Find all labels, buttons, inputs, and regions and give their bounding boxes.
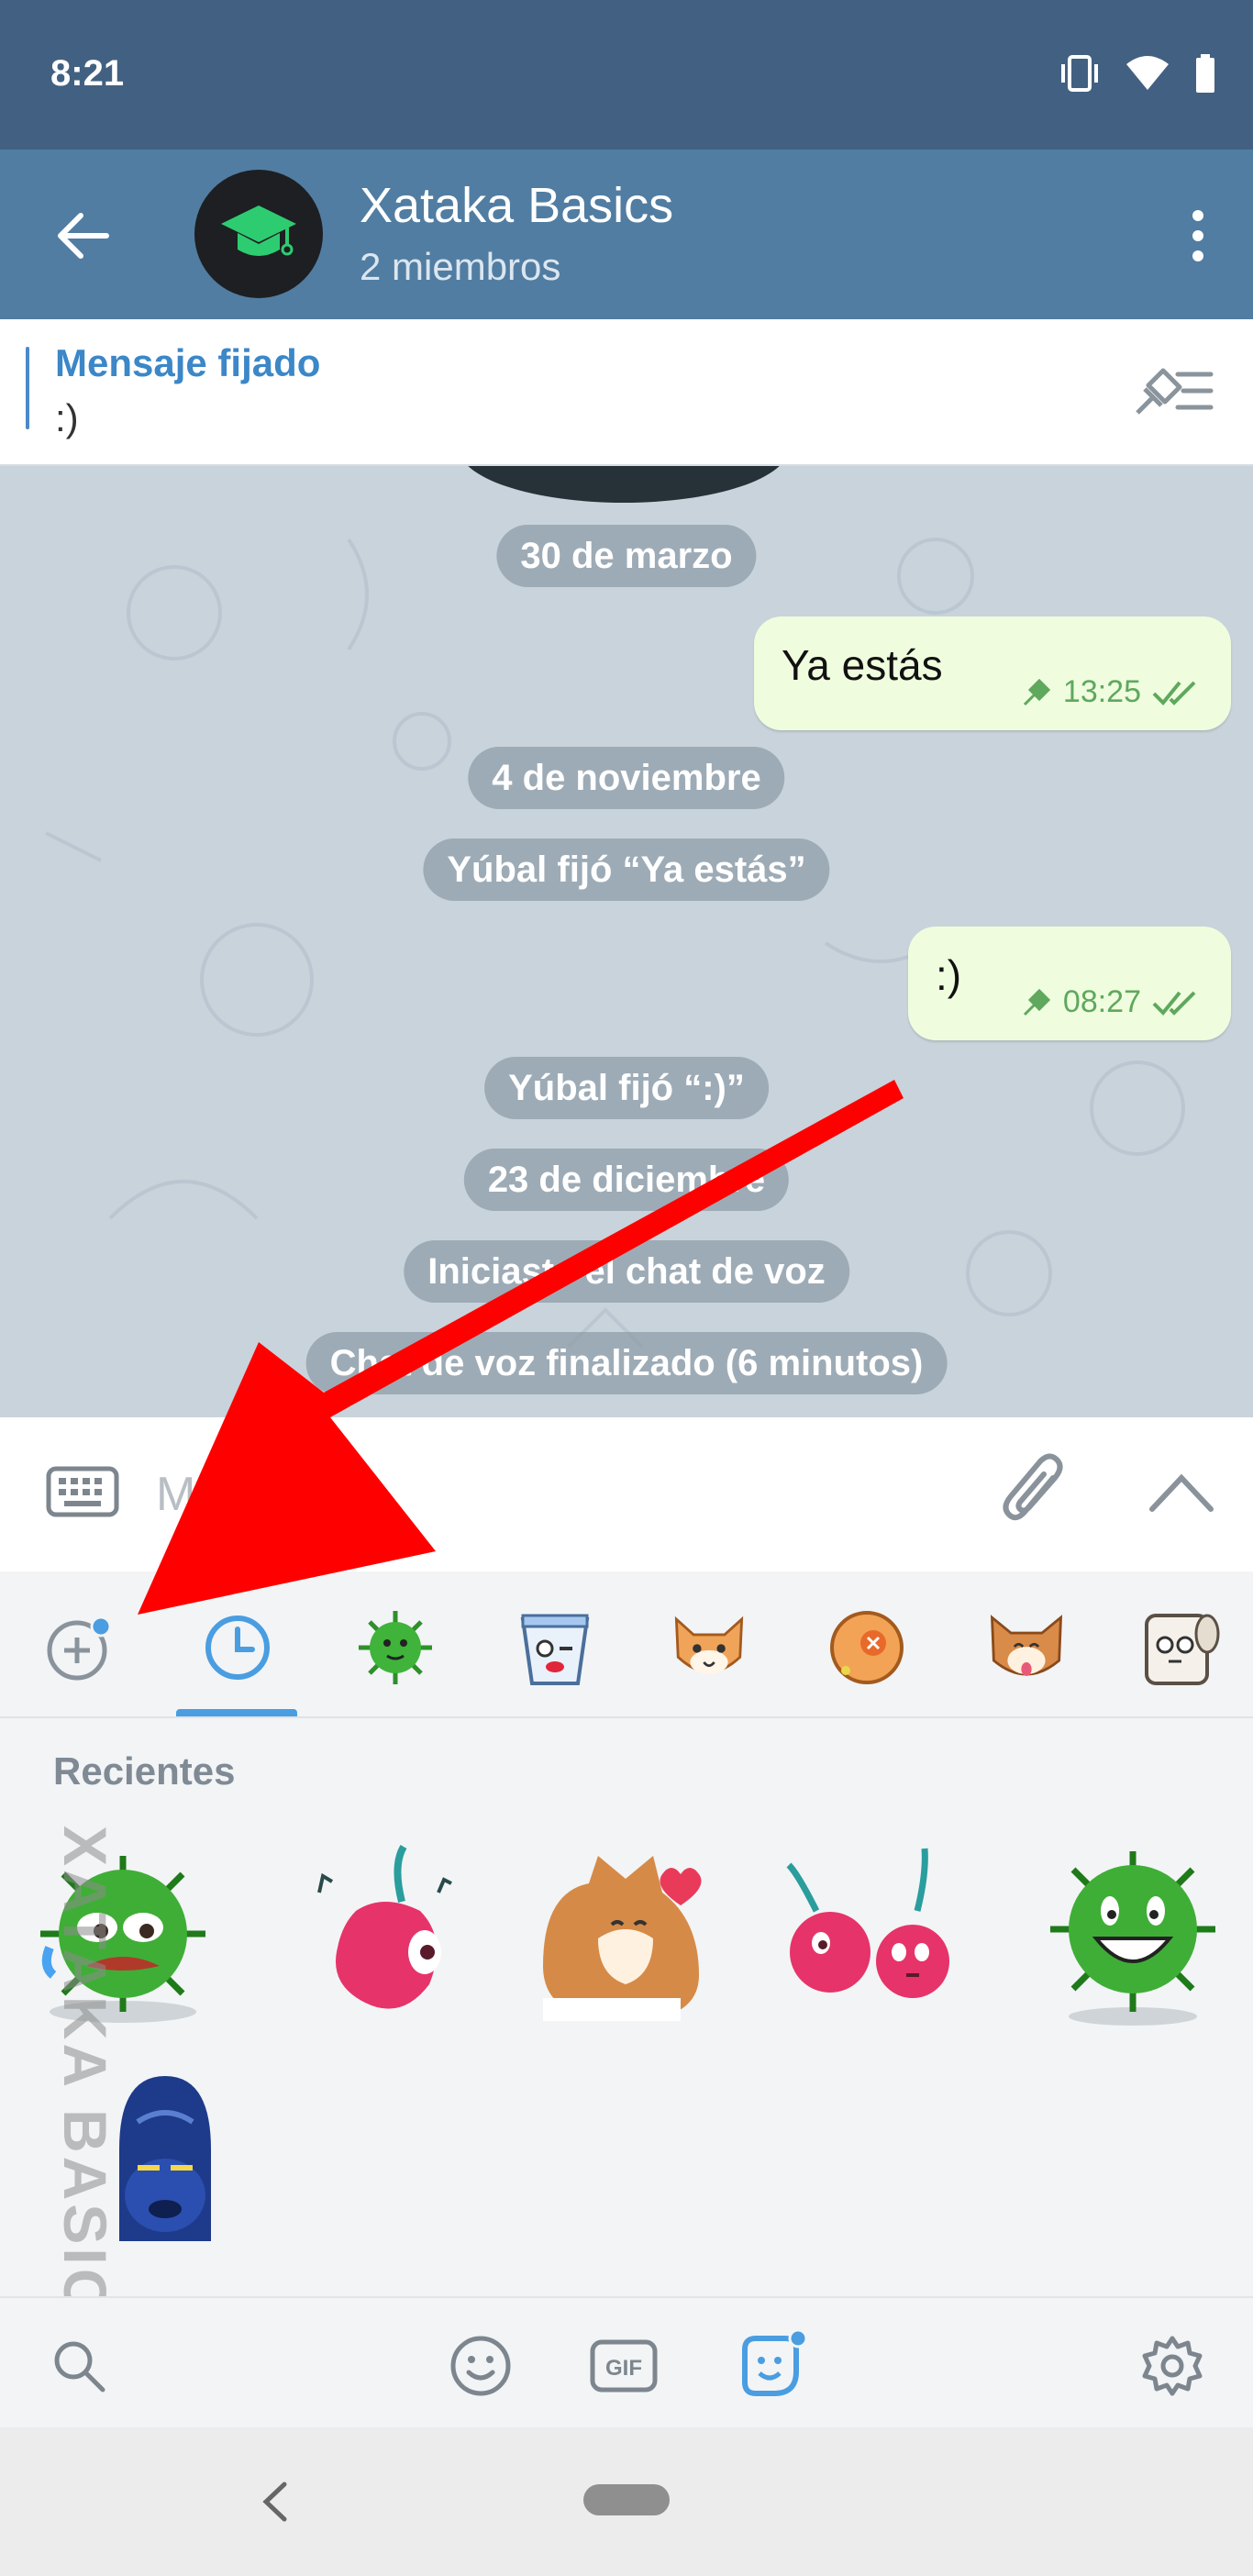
message-meta: 13:25: [1021, 674, 1200, 710]
wifi-icon: [1126, 56, 1169, 90]
tab-cup-pack[interactable]: [514, 1606, 596, 1689]
search-button[interactable]: [44, 2331, 114, 2401]
watermark: XATAKA BASICS: [51, 1826, 119, 2360]
add-circle-icon: [47, 1616, 112, 1681]
cat-heart-sticker[interactable]: [525, 1838, 717, 2030]
tab-recent[interactable]: [196, 1606, 279, 1689]
dog-sticker-icon: [990, 1615, 1063, 1676]
pinned-indicator: [26, 347, 29, 429]
tab-dog-pack[interactable]: [985, 1606, 1068, 1689]
message-text: Ya estás: [782, 641, 943, 689]
nav-back-icon[interactable]: [257, 2479, 294, 2525]
back-arrow-icon[interactable]: [53, 206, 112, 265]
emoji-bottom-bar: GIF: [0, 2296, 1253, 2427]
attach-icon[interactable]: [1000, 1450, 1070, 1533]
date-separator: 23 de diciembre: [463, 1149, 790, 1211]
tab-shell-pack[interactable]: [826, 1606, 908, 1689]
sticker-tab-button[interactable]: [737, 2331, 807, 2401]
section-title: Recientes: [53, 1749, 236, 1793]
chevron-up-icon[interactable]: [1148, 1471, 1214, 1513]
status-bar: 8:21: [0, 0, 1253, 150]
message-text: :): [936, 951, 962, 999]
sticker-icon: [742, 2331, 807, 2396]
gif-icon: GIF: [590, 2339, 658, 2393]
pinned-title: Mensaje fijado: [55, 341, 321, 384]
happy-virus-sticker[interactable]: [1037, 1838, 1229, 2030]
active-tab-indicator: [176, 1709, 297, 1716]
pinned-text: :): [55, 396, 79, 439]
cherry-music-sticker[interactable]: [283, 1838, 475, 2030]
outgoing-message[interactable]: :) 08:27: [908, 927, 1231, 1040]
chat-title[interactable]: Xataka Basics: [360, 177, 673, 234]
pin-icon: [1023, 678, 1051, 705]
tab-toilet-paper-pack[interactable]: [1139, 1606, 1222, 1689]
message-input-bar: Mensaje: [0, 1417, 1253, 1571]
tab-virus-pack[interactable]: [354, 1606, 437, 1689]
tab-add-pack[interactable]: [37, 1606, 119, 1689]
system-nav-bar: [0, 2427, 1253, 2576]
more-options-icon[interactable]: [1189, 206, 1207, 265]
status-icons: [1059, 53, 1216, 94]
chat-member-count: 2 miembros: [360, 245, 561, 288]
group-avatar[interactable]: [194, 170, 323, 298]
gear-icon: [1142, 2336, 1203, 2396]
pinned-message-bar[interactable]: Mensaje fijado :): [0, 319, 1253, 466]
service-message: Yúbal fijó “:)”: [484, 1057, 769, 1119]
shell-sticker-icon: [830, 1611, 904, 1684]
service-message: Iniciaste el chat de voz: [404, 1240, 849, 1303]
pinned-list-icon[interactable]: [1132, 363, 1214, 418]
date-separator: 30 de marzo: [496, 525, 757, 587]
cup-sticker-icon: [520, 1614, 590, 1685]
clock-icon: [205, 1616, 270, 1680]
settings-button[interactable]: [1137, 2331, 1207, 2401]
smiley-icon: [450, 2336, 511, 2396]
keyboard-icon[interactable]: [46, 1461, 119, 1520]
chat-header: Xataka Basics 2 miembros: [0, 150, 1253, 319]
sticker-panel: Recientes: [0, 1718, 1253, 2296]
sticker-pack-tabs: [0, 1571, 1253, 1718]
double-check-icon: [1152, 991, 1196, 1016]
vibrate-icon: [1061, 55, 1098, 92]
double-check-icon: [1152, 681, 1196, 705]
cat-sticker-icon: [674, 1616, 744, 1675]
emoji-tab-button[interactable]: [446, 2331, 516, 2401]
nav-home-pill[interactable]: [583, 2484, 670, 2515]
date-separator: 4 de noviembre: [468, 747, 785, 809]
gif-tab-button[interactable]: GIF: [589, 2331, 659, 2401]
pin-icon: [1023, 988, 1051, 1016]
toilet-paper-sticker-icon: [1145, 1614, 1220, 1685]
status-time: 8:21: [50, 53, 125, 94]
message-time: 13:25: [1062, 674, 1141, 709]
battery-icon: [1196, 54, 1214, 93]
tab-cat-pack[interactable]: [668, 1606, 750, 1689]
svg-text:GIF: GIF: [605, 2356, 642, 2381]
outgoing-message[interactable]: Ya estás 13:25: [754, 616, 1231, 730]
message-time: 08:27: [1062, 984, 1141, 1019]
service-message: Chat de voz finalizado (6 minutos): [305, 1332, 948, 1394]
message-input[interactable]: Mensaje: [156, 1467, 337, 1522]
service-message: Yúbal fijó “Ya estás”: [423, 838, 830, 901]
graduation-cap-icon: [221, 205, 296, 256]
search-icon: [54, 2341, 105, 2393]
chat-area[interactable]: 30 de marzo Ya estás 13:25 4 de noviembr…: [0, 466, 1253, 1417]
virus-sticker-icon: [359, 1611, 432, 1684]
cherries-sticker[interactable]: [771, 1838, 963, 2030]
message-meta: 08:27: [1021, 984, 1200, 1020]
